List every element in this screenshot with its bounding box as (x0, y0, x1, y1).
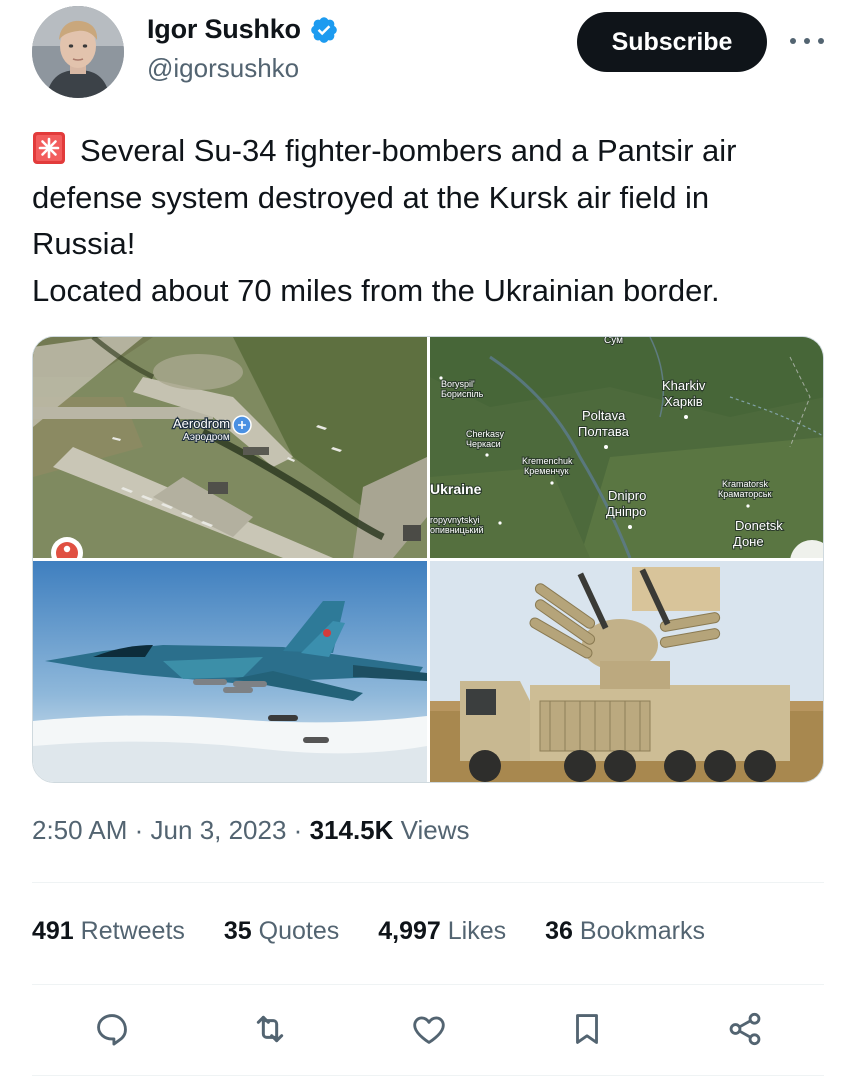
map-label-kramatorsk-ru: Краматорськ (718, 489, 771, 499)
divider (32, 882, 824, 883)
map-label-cherkasy-en: Cherkasy (466, 429, 505, 439)
engagement-stats: 491 Retweets 35 Quotes 4,997 Likes 36 Bo… (32, 917, 744, 946)
map-label-kropyvnytskyi-ru: опивницький (430, 525, 484, 535)
map-label-kremenchuk-en: Kremenchuk (522, 456, 573, 466)
tweet-line: defense system destroyed at the Kursk ai… (32, 179, 710, 215)
tweet-time[interactable]: 2:50 AM (32, 815, 127, 845)
map-label-boryspil-en: Boryspil' (441, 379, 475, 389)
views-count: 314.5K (309, 815, 394, 845)
author-handle[interactable]: @igorsushko (147, 53, 299, 84)
pantsir-system-image[interactable] (430, 561, 823, 782)
tweet-line: Russia! (32, 226, 136, 261)
region-map-image[interactable]: Сум Kharkiv Харків Boryspil' Бориспіль P… (430, 337, 823, 558)
retweets-stat[interactable]: 491 Retweets (32, 917, 185, 946)
map-label-dnipro-en: Dnipro (608, 488, 646, 503)
map-label-donetsk-ru: Доне (733, 534, 764, 549)
divider (32, 1075, 824, 1076)
map-label-boryspil-ru: Бориспіль (441, 389, 484, 399)
share-icon[interactable] (720, 1004, 770, 1054)
map-label-kremenchuk-ru: Кременчук (524, 466, 569, 476)
map-label-kropyvnytskyi-en: ropyvnytskyi (430, 515, 480, 525)
aerodrome-satellite-image[interactable]: Aerodrom Аэродром (33, 337, 427, 558)
retweet-icon[interactable] (245, 1004, 295, 1054)
author-display-name[interactable]: Igor Sushko (147, 14, 301, 45)
map-label-country: Ukraine (430, 481, 482, 497)
map-label-kramatorsk-en: Kramatorsk (722, 479, 769, 489)
author-name-row: Igor Sushko (147, 14, 339, 45)
verified-badge-icon (311, 16, 337, 43)
avatar-image (32, 6, 124, 98)
siren-emoji (33, 132, 65, 164)
tweet-meta: 2:50 AM · Jun 3, 2023 · 314.5K Views (32, 815, 470, 846)
more-icon[interactable] (790, 26, 824, 56)
subscribe-button[interactable]: Subscribe (577, 12, 767, 72)
quotes-stat[interactable]: 35 Quotes (224, 917, 339, 946)
aerodrom-label-ru: Аэродром (183, 432, 230, 443)
bookmarks-stat[interactable]: 36 Bookmarks (545, 917, 705, 946)
meta-separator: · (293, 815, 303, 845)
tweet-header: Igor Sushko @igorsushko Subscribe (0, 0, 855, 110)
map-label-poltava-en: Poltava (582, 408, 626, 423)
avatar[interactable] (32, 6, 124, 98)
tweet-text: Several Su-34 fighter-bombers and a Pant… (32, 128, 832, 314)
map-label-dnipro-ru: Дніпро (606, 504, 646, 519)
map-label-kharkiv-en: Kharkiv (662, 378, 706, 393)
reply-icon[interactable] (87, 1004, 137, 1054)
views-label: Views (400, 815, 470, 845)
map-label-donetsk-en: Donetsk (735, 518, 783, 533)
media-grid: Aerodrom Аэродром Сум Kharkiv Харків Bor… (32, 336, 824, 783)
bookmark-icon[interactable] (562, 1004, 612, 1054)
divider (32, 984, 824, 985)
tweet-actions (32, 1004, 824, 1054)
meta-separator: · (134, 815, 144, 845)
tweet-date[interactable]: Jun 3, 2023 (151, 815, 287, 845)
su34-jet-image[interactable] (33, 561, 427, 782)
map-top-fragment: Сум (604, 337, 623, 346)
aerodrom-label-en: Aerodrom (173, 416, 230, 431)
tweet-line: Located about 70 miles from the Ukrainia… (32, 272, 720, 308)
map-label-poltava-ru: Полтава (578, 424, 630, 439)
likes-stat[interactable]: 4,997 Likes (378, 917, 506, 946)
map-label-kharkiv-ru: Харків (664, 394, 703, 409)
like-icon[interactable] (404, 1004, 454, 1054)
map-label-cherkasy-ru: Черкаси (466, 439, 501, 449)
tweet-line: Several Su-34 fighter-bombers and a Pant… (32, 128, 832, 175)
